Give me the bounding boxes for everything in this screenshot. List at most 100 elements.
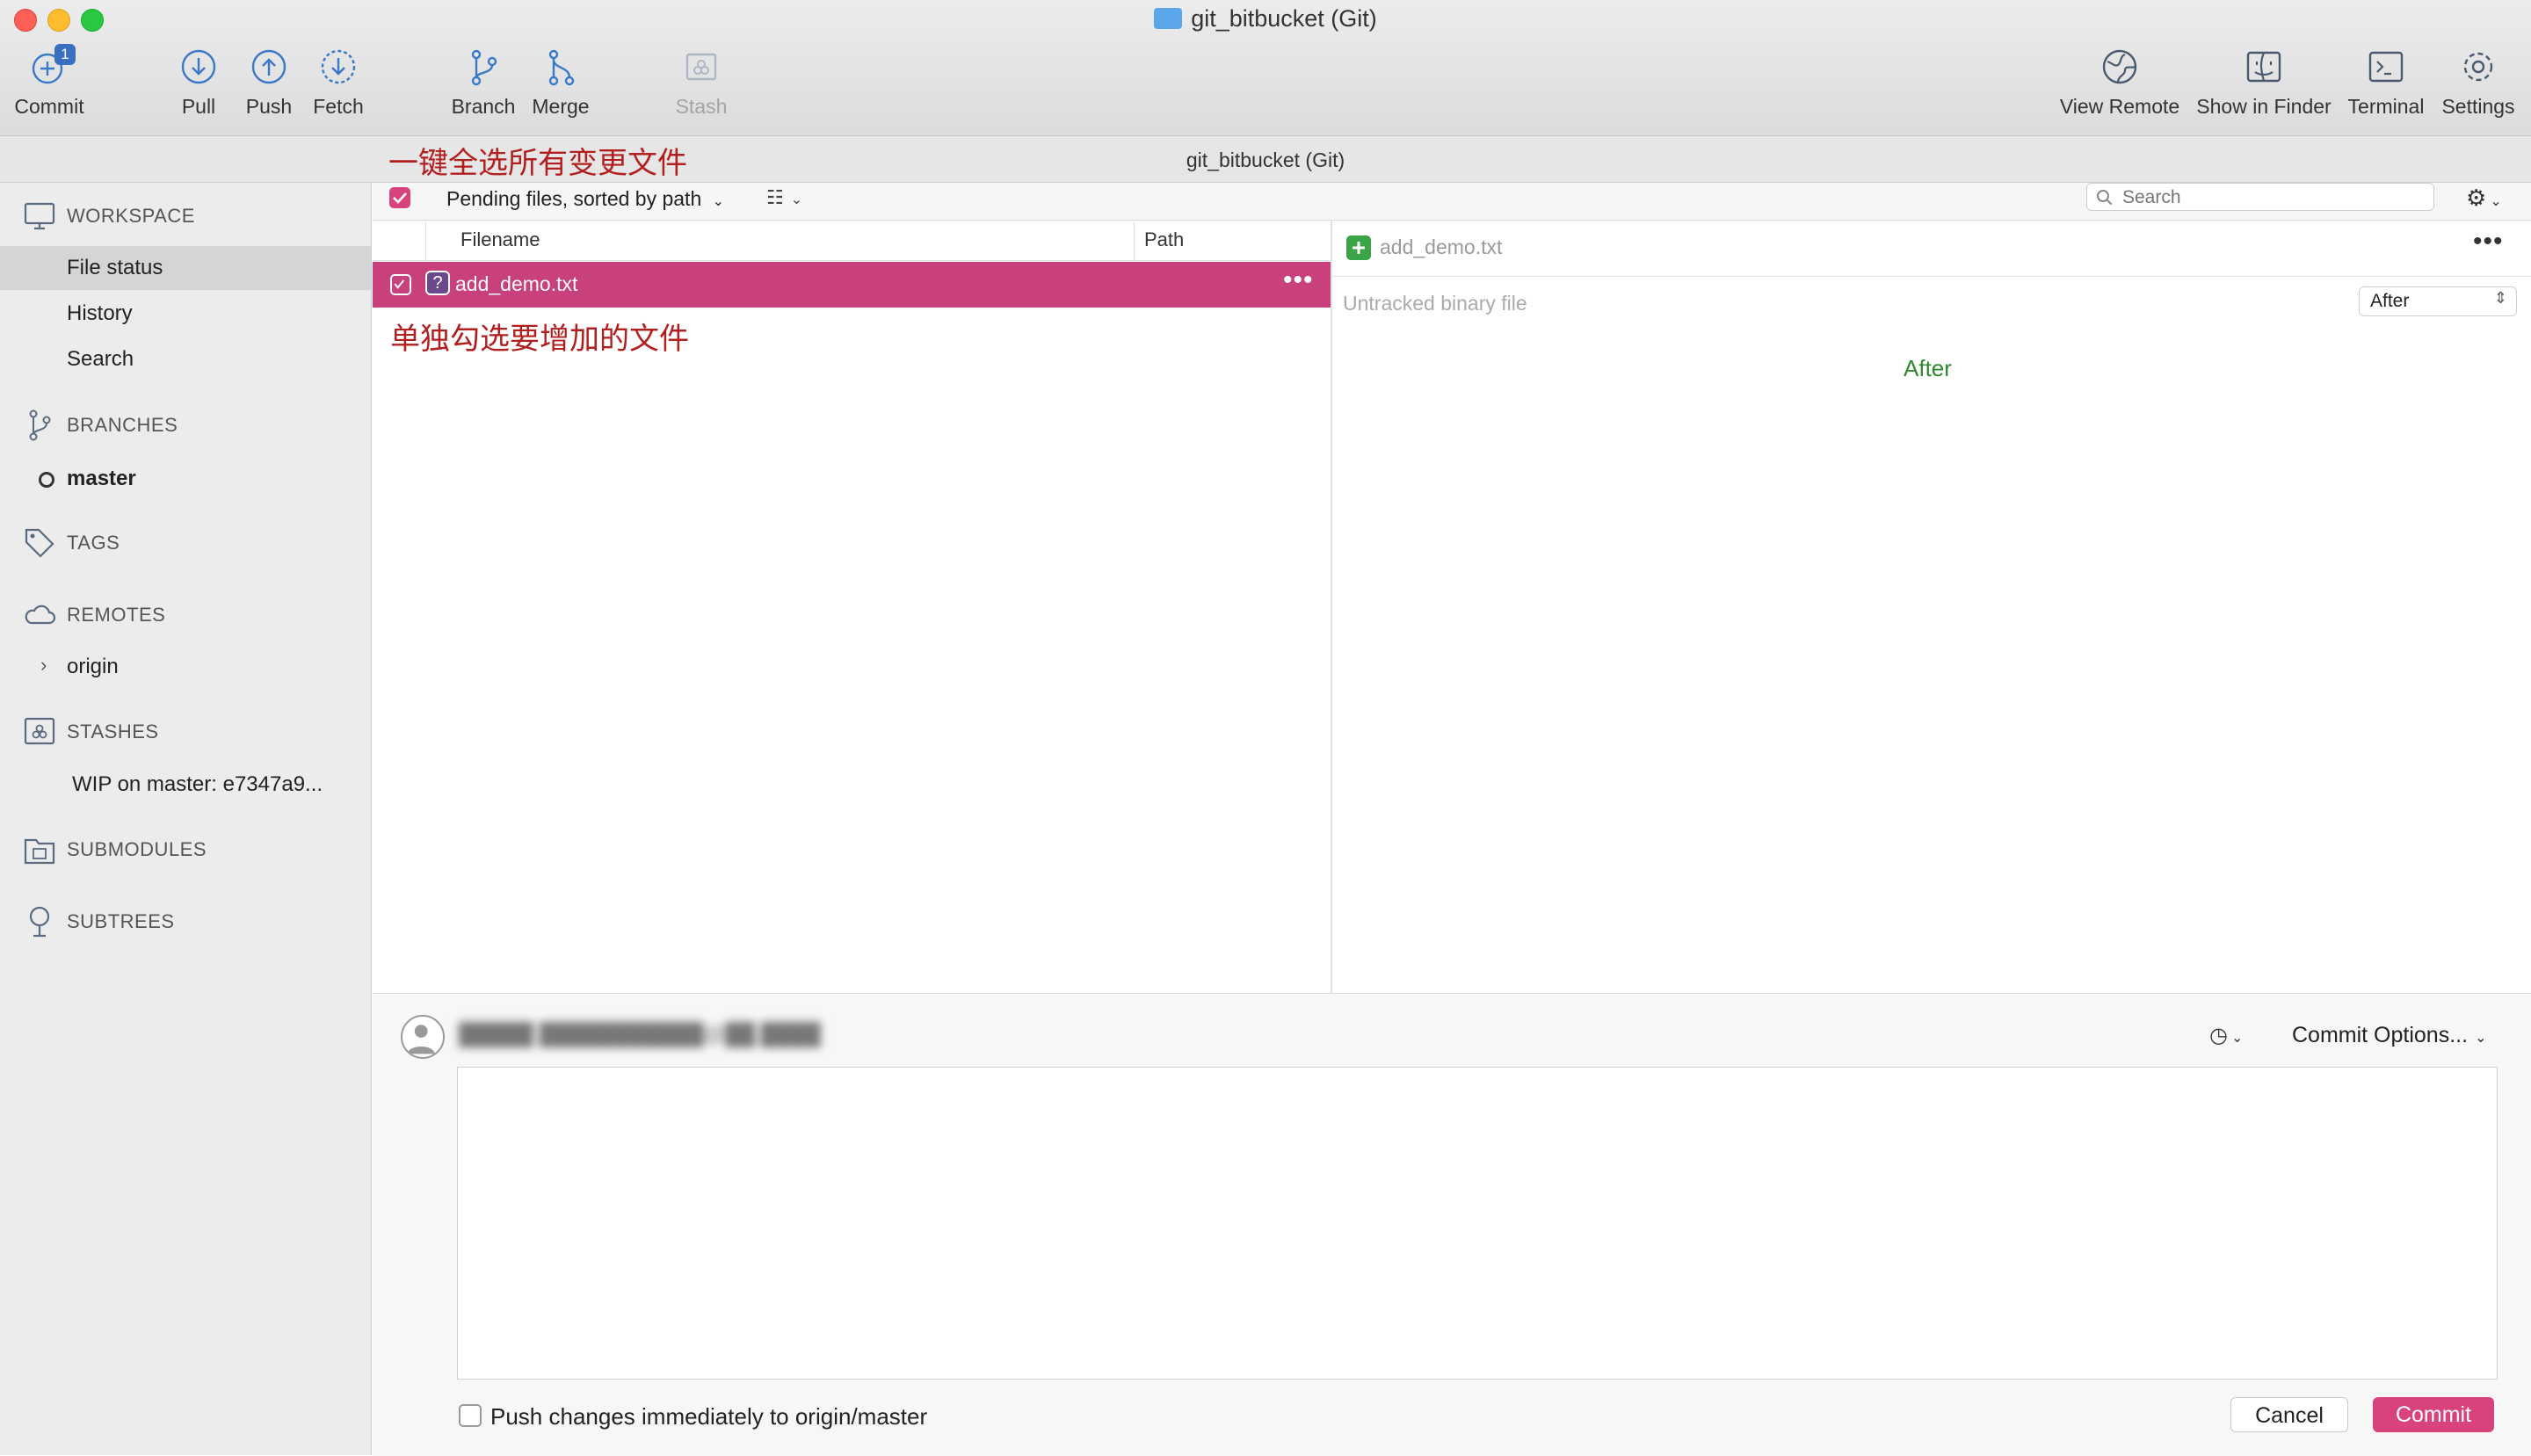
stash-icon [682, 47, 721, 86]
sidebar-item-stash[interactable]: WIP on master: e7347a9... [0, 763, 371, 807]
file-checkbox[interactable] [390, 274, 411, 295]
remotes-label: REMOTES [67, 604, 166, 626]
window-title: git_bitbucket (Git) [0, 5, 2531, 33]
stash-button[interactable]: Stash [666, 47, 736, 119]
branches-label: BRANCHES [67, 414, 178, 436]
pull-label: Pull [181, 95, 216, 118]
sidebar-item-label: WIP on master: e7347a9... [72, 772, 323, 796]
chevron-right-icon[interactable]: › [40, 654, 47, 677]
push-immediately-checkbox[interactable] [459, 1404, 482, 1427]
sidebar-section-remotes[interactable]: REMOTES [23, 598, 165, 633]
show-in-finder-button[interactable]: Show in Finder [2194, 47, 2334, 119]
fetch-icon [319, 47, 358, 86]
file-list-column-header: Filename Path [373, 221, 1331, 261]
stashes-label: STASHES [67, 721, 159, 742]
merge-button[interactable]: Merge [526, 47, 596, 119]
commit-button[interactable]: Commit [2373, 1397, 2494, 1432]
select-all-checkbox[interactable] [389, 187, 410, 208]
repo-path-bar: git_bitbucket (Git) [0, 136, 2531, 183]
folder-icon [1154, 8, 1183, 29]
chevron-down-icon: ⌄ [790, 192, 803, 207]
terminal-button[interactable]: Terminal [2346, 47, 2426, 119]
list-view-icon: ☷ [766, 186, 784, 208]
author-name: █████ ███████████@██.████ [459, 1023, 821, 1047]
more-options-icon[interactable]: ••• [1283, 265, 1314, 295]
branch-icon [464, 47, 503, 86]
column-filename[interactable]: Filename [461, 228, 540, 251]
terminal-icon [2367, 47, 2405, 86]
sidebar-section-stashes[interactable]: STASHES [23, 714, 159, 750]
window-toolbar: git_bitbucket (Git) 1 Commit Pull Push F… [0, 0, 2531, 136]
current-branch-icon [39, 472, 54, 488]
sidebar-section-submodules[interactable]: SUBMODULES [23, 832, 207, 867]
settings-button[interactable]: Settings [2434, 47, 2522, 119]
file-row[interactable]: ? add_demo.txt ••• [373, 262, 1331, 308]
branch-button[interactable]: Branch [448, 47, 519, 119]
globe-icon [2100, 47, 2139, 86]
file-name: add_demo.txt [455, 272, 578, 295]
added-file-icon [1346, 235, 1371, 260]
chevron-down-icon: ⌄ [712, 194, 725, 209]
sidebar-item-search[interactable]: Search [0, 337, 371, 381]
chevron-down-icon: ⌄ [2230, 1031, 2244, 1046]
tree-icon [29, 906, 50, 938]
push-label: Push [245, 95, 293, 118]
merge-label: Merge [532, 95, 590, 118]
commit-options-dropdown[interactable]: Commit Options... ⌄ [2292, 1023, 2486, 1048]
sidebar-item-label: History [67, 301, 133, 325]
push-icon [250, 47, 288, 86]
diff-more-icon[interactable]: ••• [2473, 227, 2504, 257]
push-immediately-label: Push changes immediately to origin/maste… [490, 1403, 928, 1430]
commit-message-input[interactable] [457, 1067, 2498, 1380]
show-in-finder-label: Show in Finder [2196, 95, 2332, 118]
view-remote-button[interactable]: View Remote [2056, 47, 2183, 119]
sidebar-item-label: origin [67, 655, 119, 678]
pane-divider[interactable] [1331, 220, 1332, 993]
commit-label: Commit [14, 95, 84, 118]
push-button[interactable]: Push [234, 47, 304, 119]
commit-icon: 1 [30, 44, 76, 86]
sidebar-item-origin[interactable]: › origin [0, 645, 371, 689]
sidebar-section-workspace[interactable]: WORKSPACE [23, 199, 195, 234]
diff-header: add_demo.txt ••• [1332, 220, 2531, 277]
branch-icon [29, 409, 51, 441]
chevron-down-icon: ⌄ [2490, 194, 2502, 209]
sort-dropdown[interactable]: Pending files, sorted by path ⌄ [446, 187, 724, 211]
sort-label: Pending files, sorted by path [446, 187, 702, 210]
pull-icon [179, 47, 218, 86]
monitor-icon [24, 202, 55, 230]
view-mode-dropdown[interactable]: ☷ ⌄ [766, 186, 802, 209]
avatar [401, 1015, 445, 1059]
untracked-status-icon: ? [425, 271, 450, 295]
gear-dropdown[interactable]: ⚙ ⌄ [2466, 185, 2502, 212]
sidebar-section-tags[interactable]: TAGS [23, 525, 120, 561]
column-path[interactable]: Path [1144, 228, 1184, 251]
sidebar-section-subtrees[interactable]: SUBTREES [23, 904, 175, 939]
clock-icon: ◷ [2209, 1024, 2228, 1047]
annotation-select-all: 一键全选所有变更文件 [388, 146, 687, 181]
updown-chevron-icon: ⇕ [2493, 289, 2507, 307]
commit-toolbar-button[interactable]: 1 Commit [7, 44, 91, 119]
workspace-label: WORKSPACE [67, 205, 195, 227]
settings-label: Settings [2441, 95, 2515, 118]
sidebar-section-branches[interactable]: BRANCHES [23, 408, 178, 443]
cancel-button[interactable]: Cancel [2230, 1397, 2348, 1432]
window-title-text: git_bitbucket (Git) [1191, 5, 1377, 32]
sidebar-item-label: File status [67, 256, 163, 279]
sidebar-item-label: Search [67, 347, 134, 371]
pull-button[interactable]: Pull [163, 47, 234, 119]
sidebar-item-history[interactable]: History [0, 292, 371, 336]
sidebar-item-master[interactable]: master [0, 457, 371, 501]
diff-file-name: add_demo.txt [1380, 235, 1503, 258]
diff-view-select[interactable]: After ⇕ [2359, 286, 2517, 316]
sidebar-item-file-status[interactable]: File status [0, 246, 371, 290]
search-field[interactable] [2086, 183, 2434, 211]
search-input[interactable] [2121, 185, 2423, 210]
subtrees-label: SUBTREES [67, 910, 175, 932]
gear-icon: ⚙ [2466, 185, 2487, 211]
tag-icon [25, 528, 54, 558]
commit-options-label: Commit Options... [2292, 1023, 2469, 1047]
fetch-button[interactable]: Fetch [303, 47, 373, 119]
gear-icon [2459, 47, 2498, 86]
history-dropdown[interactable]: ◷ ⌄ [2209, 1023, 2243, 1048]
